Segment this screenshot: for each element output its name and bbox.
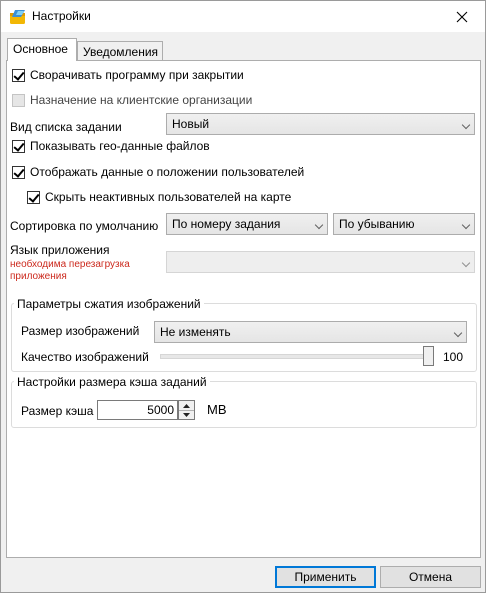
- cache-size-unit: MB: [207, 402, 227, 417]
- sort-order-select[interactable]: По убыванию: [333, 213, 475, 235]
- show-geo-checkbox[interactable]: [12, 140, 25, 153]
- language-label: Язык приложения: [10, 243, 110, 257]
- image-quality-label: Качество изображений: [21, 350, 149, 364]
- cancel-button-label: Отмена: [408, 570, 453, 584]
- general-tab-panel: Сворачивать программу при закрытии Назна…: [6, 60, 481, 558]
- language-select[interactable]: [166, 251, 475, 273]
- cache-size-stepper[interactable]: [178, 400, 195, 420]
- tab-notifications[interactable]: Уведомления: [77, 41, 163, 61]
- tab-general[interactable]: Основное: [7, 38, 77, 61]
- client-orgs-checkbox[interactable]: [12, 94, 25, 107]
- tab-notifications-label: Уведомления: [83, 45, 159, 59]
- minimize-on-close-checkbox[interactable]: [12, 69, 25, 82]
- task-list-view-select[interactable]: Новый: [166, 113, 475, 135]
- show-geo-label: Показывать гео-данные файлов: [30, 139, 210, 153]
- image-compression-title: Параметры сжатия изображений: [14, 297, 204, 311]
- hide-inactive-checkbox[interactable]: [27, 191, 40, 204]
- image-quality-slider-thumb[interactable]: [423, 346, 434, 366]
- chevron-down-icon: [461, 258, 471, 268]
- cache-size-value: 5000: [147, 403, 174, 417]
- sort-field-select[interactable]: По номеру задания: [166, 213, 328, 235]
- chevron-down-icon: [314, 220, 324, 230]
- caret-up-icon: [183, 403, 190, 408]
- task-list-view-label: Вид списка задании: [10, 120, 122, 134]
- show-user-positions-label: Отображать данные о положении пользовате…: [30, 165, 305, 179]
- chevron-down-icon: [453, 328, 463, 338]
- image-size-select[interactable]: Не изменять: [154, 321, 467, 343]
- app-icon: [9, 8, 26, 25]
- caret-down-icon: [183, 412, 190, 417]
- chevron-down-icon: [461, 120, 471, 130]
- hide-inactive-label: Скрыть неактивных пользователей на карте: [45, 190, 292, 204]
- minimize-on-close-label: Сворачивать программу при закрытии: [30, 68, 244, 82]
- apply-button[interactable]: Применить: [275, 566, 376, 588]
- chevron-down-icon: [461, 220, 471, 230]
- default-sort-label: Сортировка по умолчанию: [10, 219, 159, 233]
- cache-size-title: Настройки размера кэша заданий: [14, 375, 210, 389]
- title-bar: Настройки: [1, 1, 485, 32]
- image-quality-slider-track[interactable]: [160, 354, 434, 359]
- tab-general-label: Основное: [13, 42, 68, 56]
- cache-size-label: Размер кэша: [21, 404, 94, 418]
- apply-button-label: Применить: [294, 570, 357, 584]
- image-size-value: Не изменять: [160, 325, 231, 339]
- restart-required-note: необходима перезагрузка приложения: [10, 259, 130, 282]
- settings-window: Настройки Основное Уведомления Сворачива…: [0, 0, 486, 593]
- close-button[interactable]: [439, 1, 485, 32]
- task-list-view-value: Новый: [172, 117, 210, 131]
- window-title: Настройки: [32, 9, 91, 23]
- sort-field-value: По номеру задания: [172, 217, 281, 231]
- stepper-down-button[interactable]: [179, 410, 194, 419]
- cancel-button[interactable]: Отмена: [380, 566, 481, 588]
- sort-order-value: По убыванию: [339, 217, 415, 231]
- show-user-positions-checkbox[interactable]: [12, 166, 25, 179]
- image-size-label: Размер изображений: [21, 324, 140, 338]
- cache-size-input[interactable]: 5000: [97, 400, 178, 420]
- close-icon: [456, 11, 468, 22]
- client-orgs-label: Назначение на клиентские организации: [30, 93, 253, 107]
- image-quality-value: 100: [443, 350, 464, 364]
